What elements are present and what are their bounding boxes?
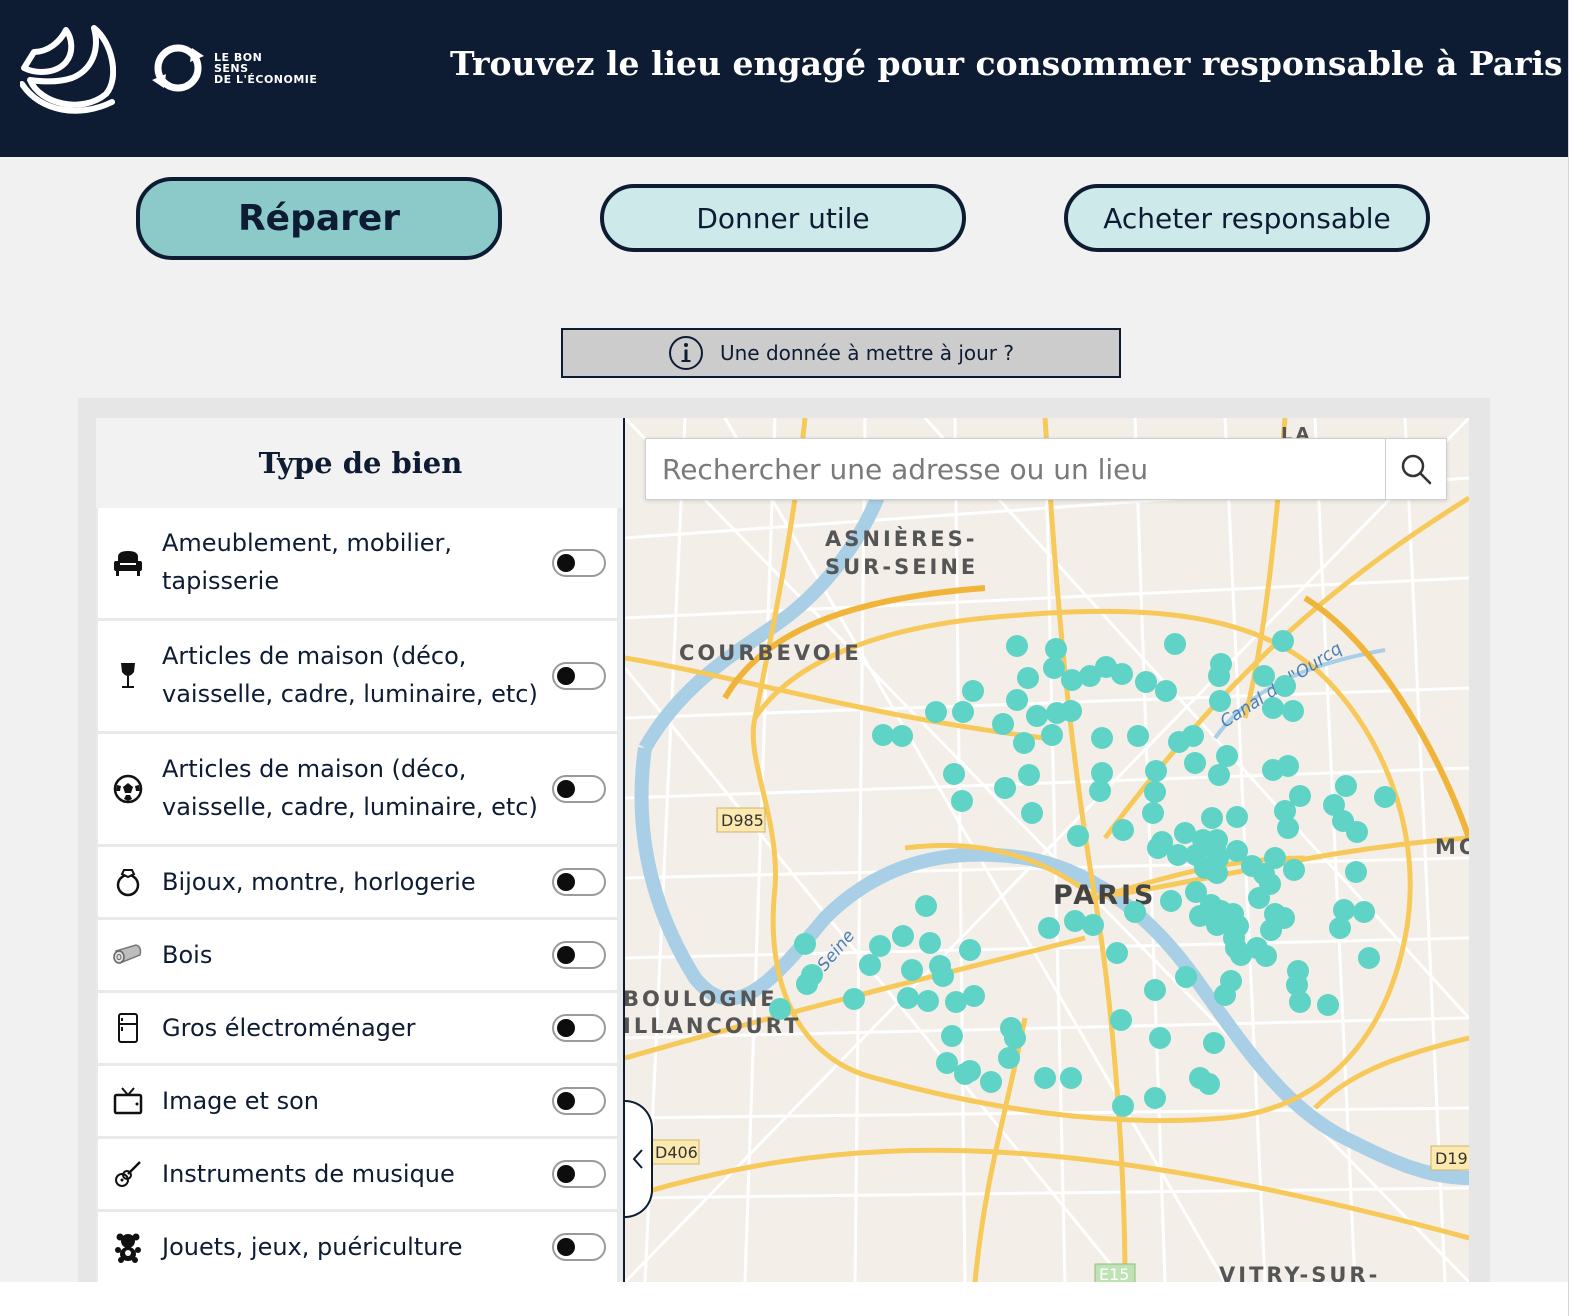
filter-item-label: Articles de maison (déco, vaisselle, cad… [162,642,538,708]
label-courbevoie: COURBEVOIE [679,641,862,665]
update-data-label: Une donnée à mettre à jour ? [719,341,1015,365]
tab-acheter-responsable[interactable]: Acheter responsable [1064,184,1430,252]
filter-item-label: Bijoux, montre, horlogerie [162,868,476,896]
teddy-bear-icon [115,1233,141,1263]
guitar-icon [115,1161,141,1187]
toggle-knob [557,1238,575,1256]
search-icon [1401,454,1432,485]
label-asnieres-1: ASNIÈRES- [825,526,977,551]
toggle-knob [557,946,575,964]
filter-sidebar: Type de bien Ameublement, mobilier, tapi… [96,418,625,1282]
road-e15: E15 [1099,1265,1129,1282]
toggle-knob [557,780,575,798]
wood-log-icon [113,944,142,964]
toggle-knob [557,554,575,572]
collapse-sidebar-button[interactable] [625,1100,653,1218]
label-mo: MO [1435,835,1469,859]
map[interactable]: ASNIÈRES- SUR-SEINE COURBEVOIE PARIS BOU… [625,418,1469,1282]
map-search-bar [645,438,1447,500]
page-title: Trouvez le lieu engagé pour consommer re… [450,44,1563,83]
filter-toggle-image-son[interactable] [552,1087,606,1115]
filter-item-label: Instruments de musique [162,1160,455,1188]
wine-glass-icon [121,663,135,688]
ring-icon [116,869,140,897]
road-d19: D19 [1435,1149,1468,1168]
address-search-input[interactable] [646,439,1386,499]
filter-item-bois[interactable]: Bois [98,920,617,990]
filter-toggle-bijoux[interactable] [552,868,606,896]
header: LE BON SENS DE L'ÉCONOMIE Trouvez le lie… [0,0,1568,157]
chevron-left-icon [632,1149,643,1169]
sidebar-title: Type de bien [96,418,625,508]
tv-icon [113,1087,143,1115]
filter-toggle-ameublement[interactable] [552,549,606,577]
filter-item-instruments[interactable]: Instruments de musique [98,1139,617,1209]
road-d985: D985 [721,811,764,830]
toggle-knob [557,873,575,891]
road-d406: D406 [655,1143,698,1162]
fridge-icon [118,1013,138,1043]
filter-toggle-articles-maison-2[interactable] [552,775,606,803]
filter-toggle-instruments[interactable] [552,1160,606,1188]
window-edge [1568,0,1588,1316]
filter-item-label: Gros électroménager [162,1014,416,1042]
page-bottom [0,1282,1568,1316]
filter-item-image-son[interactable]: Image et son [98,1066,617,1136]
filter-item-label: Bois [162,941,213,969]
label-vitry: VITRY-SUR- [1219,1263,1380,1282]
label-asnieres-2: SUR-SEINE [825,555,978,579]
update-data-button[interactable]: Une donnée à mettre à jour ? [561,328,1121,378]
recycle-arrows-icon [152,44,204,92]
filter-toggle-articles-maison[interactable] [552,662,606,690]
filter-item-label: Articles de maison (déco, vaisselle, cad… [162,755,538,821]
bse-line-3: DE L'ÉCONOMIE [214,73,318,86]
toggle-knob [557,667,575,685]
tab-donner-utile[interactable]: Donner utile [600,184,966,252]
filter-item-gros-electromenager[interactable]: Gros électroménager [98,993,617,1063]
filter-toggle-bois[interactable] [552,941,606,969]
search-button[interactable] [1385,439,1446,499]
filter-item-articles-maison[interactable]: Articles de maison (déco, vaisselle, cad… [98,621,617,731]
label-boulogne-1: BOULOGNE [625,987,778,1011]
filter-item-articles-maison-2[interactable]: Articles de maison (déco, vaisselle, cad… [98,734,617,844]
map-base: ASNIÈRES- SUR-SEINE COURBEVOIE PARIS BOU… [625,418,1469,1282]
toggle-knob [557,1092,575,1110]
filter-item-label: Ameublement, mobilier, tapisserie [162,529,453,595]
armchair-icon [114,551,142,576]
filter-toggle-gros-electromenager[interactable] [552,1014,606,1042]
filter-item-bijoux[interactable]: Bijoux, montre, horlogerie [98,847,617,917]
filter-item-jouets[interactable]: Jouets, jeux, puériculture [98,1212,617,1282]
tab-reparer[interactable]: Réparer [136,177,502,260]
filter-toggle-jouets[interactable] [552,1233,606,1261]
toggle-knob [557,1019,575,1037]
filter-item-label: Jouets, jeux, puériculture [162,1233,463,1261]
filter-item-ameublement[interactable]: Ameublement, mobilier, tapisserie [98,508,617,618]
bon-sens-economie-logo[interactable]: LE BON SENS DE L'ÉCONOMIE [152,42,330,94]
info-icon [668,336,703,370]
soccer-ball-icon [113,774,143,804]
paris-logo-icon[interactable] [20,22,116,114]
toggle-knob [557,1165,575,1183]
filter-item-label: Image et son [162,1087,319,1115]
